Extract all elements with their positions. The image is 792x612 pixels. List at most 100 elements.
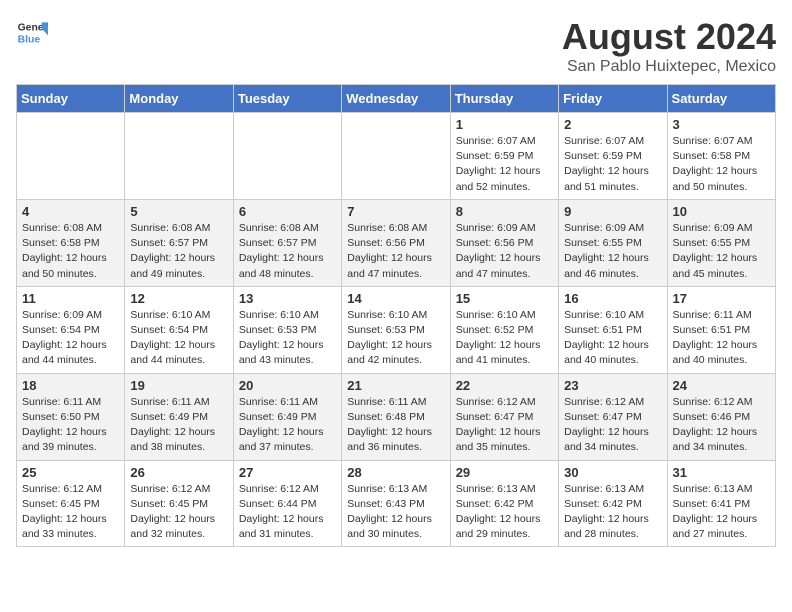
weekday-header-tuesday: Tuesday (233, 85, 341, 113)
day-number: 18 (22, 378, 119, 393)
calendar-cell: 11 Sunrise: 6:09 AM Sunset: 6:54 PM Dayli… (17, 286, 125, 373)
day-number: 23 (564, 378, 661, 393)
day-info: Sunrise: 6:08 AM Sunset: 6:57 PM Dayligh… (130, 221, 227, 282)
day-info: Sunrise: 6:13 AM Sunset: 6:42 PM Dayligh… (456, 482, 553, 543)
day-number: 22 (456, 378, 553, 393)
day-number: 12 (130, 291, 227, 306)
calendar-cell: 9Sunrise: 6:09 AM Sunset: 6:55 PM Daylig… (559, 199, 667, 286)
day-info: Sunrise: 6:07 AM Sunset: 6:59 PM Dayligh… (456, 134, 553, 195)
weekday-header-friday: Friday (559, 85, 667, 113)
calendar-cell: 10 Sunrise: 6:09 AM Sunset: 6:55 PM Dayli… (667, 199, 775, 286)
calendar-cell: 28Sunrise: 6:13 AM Sunset: 6:43 PM Dayli… (342, 460, 450, 547)
day-info: Sunrise: 6:11 AM Sunset: 6:51 PM Dayligh… (673, 308, 770, 369)
weekday-header-saturday: Saturday (667, 85, 775, 113)
weekday-header-sunday: Sunday (17, 85, 125, 113)
day-number: 2 (564, 117, 661, 132)
calendar-cell: 12 Sunrise: 6:10 AM Sunset: 6:54 PM Dayli… (125, 286, 233, 373)
day-number: 8 (456, 204, 553, 219)
calendar-cell: 3Sunrise: 6:07 AM Sunset: 6:58 PM Daylig… (667, 113, 775, 200)
day-info: Sunrise: 6:09 AM Sunset: 6:54 PM Dayligh… (22, 308, 119, 369)
day-number: 28 (347, 465, 444, 480)
calendar-cell: 4 Sunrise: 6:08 AM Sunset: 6:58 PM Daylig… (17, 199, 125, 286)
calendar-cell: 26 Sunrise: 6:12 AM Sunset: 6:45 PM Dayli… (125, 460, 233, 547)
title-area: August 2024 San Pablo Huixtepec, Mexico (562, 16, 776, 76)
day-number: 14 (347, 291, 444, 306)
day-info: Sunrise: 6:10 AM Sunset: 6:54 PM Dayligh… (130, 308, 227, 369)
calendar-cell: 17 Sunrise: 6:11 AM Sunset: 6:51 PM Dayli… (667, 286, 775, 373)
calendar-cell: 25 Sunrise: 6:12 AM Sunset: 6:45 PM Dayli… (17, 460, 125, 547)
calendar-cell: 15 Sunrise: 6:10 AM Sunset: 6:52 PM Dayli… (450, 286, 558, 373)
day-info: Sunrise: 6:11 AM Sunset: 6:49 PM Dayligh… (239, 395, 336, 456)
day-number: 30 (564, 465, 661, 480)
calendar-week-row: 4 Sunrise: 6:08 AM Sunset: 6:58 PM Daylig… (17, 199, 776, 286)
calendar-cell: 16 Sunrise: 6:10 AM Sunset: 6:51 PM Dayli… (559, 286, 667, 373)
day-info: Sunrise: 6:11 AM Sunset: 6:50 PM Dayligh… (22, 395, 119, 456)
day-info: Sunrise: 6:10 AM Sunset: 6:53 PM Dayligh… (347, 308, 444, 369)
calendar-cell: 24 Sunrise: 6:12 AM Sunset: 6:46 PM Dayli… (667, 373, 775, 460)
day-info: Sunrise: 6:12 AM Sunset: 6:45 PM Dayligh… (22, 482, 119, 543)
day-info: Sunrise: 6:07 AM Sunset: 6:58 PM Dayligh… (673, 134, 770, 195)
day-info: Sunrise: 6:07 AM Sunset: 6:59 PM Dayligh… (564, 134, 661, 195)
month-title: August 2024 (562, 16, 776, 58)
calendar-cell: 27 Sunrise: 6:12 AM Sunset: 6:44 PM Dayli… (233, 460, 341, 547)
day-number: 31 (673, 465, 770, 480)
day-info: Sunrise: 6:09 AM Sunset: 6:56 PM Dayligh… (456, 221, 553, 282)
day-info: Sunrise: 6:11 AM Sunset: 6:48 PM Dayligh… (347, 395, 444, 456)
header: General Blue August 2024 San Pablo Huixt… (16, 16, 776, 76)
day-info: Sunrise: 6:11 AM Sunset: 6:49 PM Dayligh… (130, 395, 227, 456)
weekday-header-thursday: Thursday (450, 85, 558, 113)
day-number: 9 (564, 204, 661, 219)
calendar-cell: 7Sunrise: 6:08 AM Sunset: 6:56 PM Daylig… (342, 199, 450, 286)
day-number: 25 (22, 465, 119, 480)
calendar-cell: 8 Sunrise: 6:09 AM Sunset: 6:56 PM Daylig… (450, 199, 558, 286)
day-number: 7 (347, 204, 444, 219)
calendar-cell (233, 113, 341, 200)
day-info: Sunrise: 6:12 AM Sunset: 6:44 PM Dayligh… (239, 482, 336, 543)
calendar-cell: 31 Sunrise: 6:13 AM Sunset: 6:41 PM Dayli… (667, 460, 775, 547)
calendar-cell: 20 Sunrise: 6:11 AM Sunset: 6:49 PM Dayli… (233, 373, 341, 460)
logo: General Blue (16, 16, 48, 48)
day-info: Sunrise: 6:12 AM Sunset: 6:46 PM Dayligh… (673, 395, 770, 456)
day-number: 24 (673, 378, 770, 393)
calendar-cell: 5Sunrise: 6:08 AM Sunset: 6:57 PM Daylig… (125, 199, 233, 286)
calendar-cell: 19 Sunrise: 6:11 AM Sunset: 6:49 PM Dayli… (125, 373, 233, 460)
day-info: Sunrise: 6:10 AM Sunset: 6:53 PM Dayligh… (239, 308, 336, 369)
day-info: Sunrise: 6:10 AM Sunset: 6:52 PM Dayligh… (456, 308, 553, 369)
calendar-cell (125, 113, 233, 200)
calendar-cell: 6Sunrise: 6:08 AM Sunset: 6:57 PM Daylig… (233, 199, 341, 286)
calendar-cell: 18 Sunrise: 6:11 AM Sunset: 6:50 PM Dayli… (17, 373, 125, 460)
day-number: 4 (22, 204, 119, 219)
day-number: 17 (673, 291, 770, 306)
day-info: Sunrise: 6:09 AM Sunset: 6:55 PM Dayligh… (673, 221, 770, 282)
day-info: Sunrise: 6:08 AM Sunset: 6:57 PM Dayligh… (239, 221, 336, 282)
day-info: Sunrise: 6:08 AM Sunset: 6:58 PM Dayligh… (22, 221, 119, 282)
calendar-table: SundayMondayTuesdayWednesdayThursdayFrid… (16, 84, 776, 547)
day-info: Sunrise: 6:12 AM Sunset: 6:47 PM Dayligh… (456, 395, 553, 456)
calendar-cell: 21Sunrise: 6:11 AM Sunset: 6:48 PM Dayli… (342, 373, 450, 460)
calendar-week-row: 1 Sunrise: 6:07 AM Sunset: 6:59 PM Daylig… (17, 113, 776, 200)
calendar-cell (342, 113, 450, 200)
calendar-cell (17, 113, 125, 200)
day-number: 10 (673, 204, 770, 219)
weekday-header-monday: Monday (125, 85, 233, 113)
calendar-cell: 29 Sunrise: 6:13 AM Sunset: 6:42 PM Dayli… (450, 460, 558, 547)
day-number: 13 (239, 291, 336, 306)
calendar-cell: 22 Sunrise: 6:12 AM Sunset: 6:47 PM Dayli… (450, 373, 558, 460)
day-number: 16 (564, 291, 661, 306)
calendar-cell: 13 Sunrise: 6:10 AM Sunset: 6:53 PM Dayli… (233, 286, 341, 373)
day-info: Sunrise: 6:12 AM Sunset: 6:45 PM Dayligh… (130, 482, 227, 543)
day-info: Sunrise: 6:10 AM Sunset: 6:51 PM Dayligh… (564, 308, 661, 369)
day-number: 27 (239, 465, 336, 480)
weekday-header-wednesday: Wednesday (342, 85, 450, 113)
day-number: 26 (130, 465, 227, 480)
day-number: 20 (239, 378, 336, 393)
day-number: 1 (456, 117, 553, 132)
calendar-cell: 14 Sunrise: 6:10 AM Sunset: 6:53 PM Dayli… (342, 286, 450, 373)
day-number: 11 (22, 291, 119, 306)
day-number: 19 (130, 378, 227, 393)
day-number: 15 (456, 291, 553, 306)
calendar-cell: 2 Sunrise: 6:07 AM Sunset: 6:59 PM Daylig… (559, 113, 667, 200)
calendar-cell: 23Sunrise: 6:12 AM Sunset: 6:47 PM Dayli… (559, 373, 667, 460)
day-info: Sunrise: 6:13 AM Sunset: 6:41 PM Dayligh… (673, 482, 770, 543)
day-number: 29 (456, 465, 553, 480)
